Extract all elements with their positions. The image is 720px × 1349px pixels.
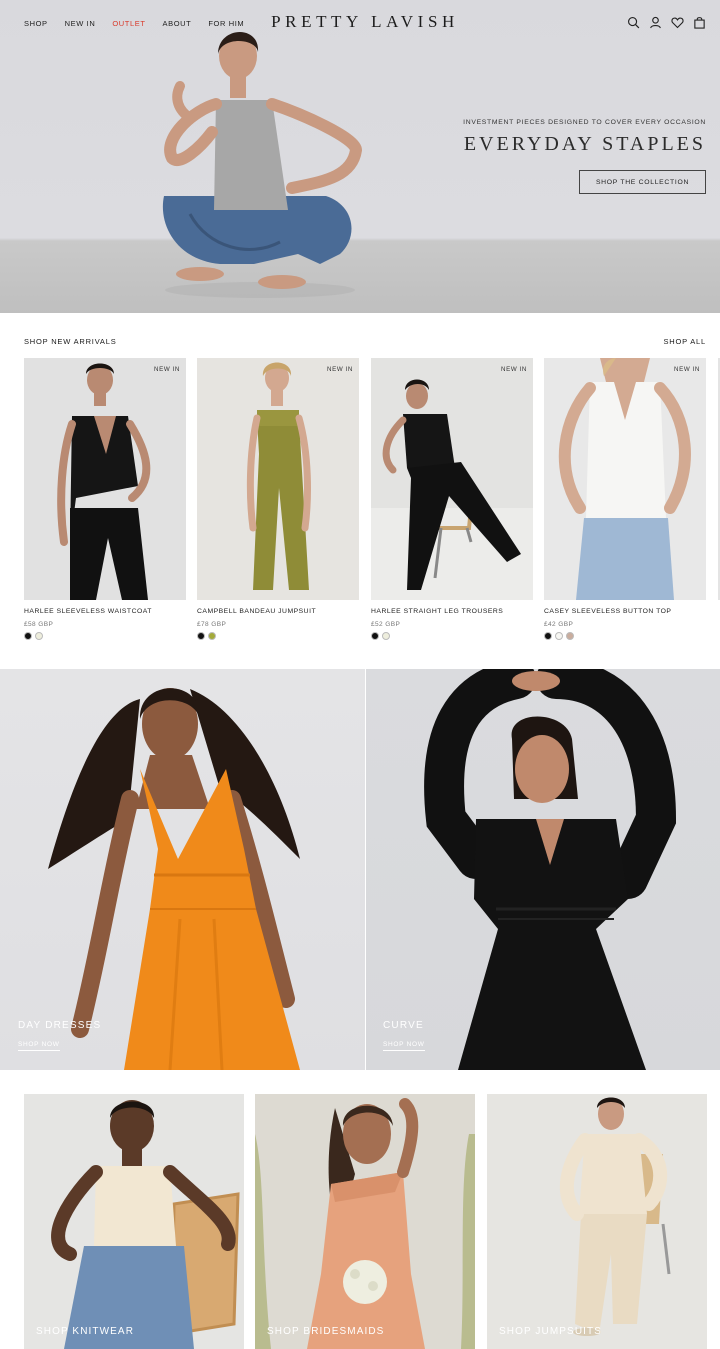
product-name[interactable]: HARLEE SLEEVELESS WAISTCOAT: [24, 608, 186, 615]
new-in-badge: NEW IN: [327, 366, 353, 373]
model-figure: [246, 362, 311, 590]
product-price: £78 GBP: [197, 621, 227, 628]
product-carousel: NEW IN HARLEE SLEEVELESS WAISTCOAT £58 G…: [24, 358, 720, 648]
wishlist-icon[interactable]: [671, 16, 684, 29]
product-card[interactable]: NEW IN HARLEE SLEEVELESS WAISTCOAT £58 G…: [24, 358, 186, 640]
new-in-badge: NEW IN: [501, 366, 527, 373]
color-swatches: [24, 632, 186, 640]
product-card[interactable]: NEW IN HARLEE STRAIGHT LEG TROUSERS £52 …: [371, 358, 533, 640]
tile-bridesmaids[interactable]: SHOP BRIDESMAIDS: [255, 1094, 475, 1349]
product-name[interactable]: CAMPBELL BANDEAU JUMPSUIT: [197, 608, 359, 615]
model-figure: [57, 363, 151, 600]
tile-knitwear-label: SHOP KNITWEAR: [36, 1326, 135, 1337]
swatch-mocha[interactable]: [566, 632, 574, 640]
day-dresses-banner[interactable]: DAY DRESSES SHOP NOW: [0, 669, 365, 1070]
tile-knitwear[interactable]: SHOP KNITWEAR: [24, 1094, 244, 1349]
swatch-cream[interactable]: [35, 632, 43, 640]
curve-banner[interactable]: CURVE SHOP NOW: [366, 669, 720, 1070]
color-swatches: [544, 632, 706, 640]
bag-icon[interactable]: [693, 16, 706, 29]
account-icon[interactable]: [649, 16, 662, 29]
header-icons: [627, 16, 706, 29]
product-image[interactable]: NEW IN: [371, 358, 533, 600]
day-dresses-shop-now[interactable]: SHOP NOW: [18, 1041, 60, 1051]
swatch-olive[interactable]: [208, 632, 216, 640]
product-price: £52 GBP: [371, 621, 401, 628]
model-orange-dress: [48, 688, 300, 1070]
product-price: £42 GBP: [544, 621, 574, 628]
product-name[interactable]: HARLEE STRAIGHT LEG TROUSERS: [371, 608, 533, 615]
hero-kicker: INVESTMENT PIECES DESIGNED TO COVER EVER…: [463, 119, 706, 126]
tile-jumpsuits[interactable]: SHOP JUMPSUITS: [487, 1094, 707, 1349]
swatch-black[interactable]: [371, 632, 379, 640]
product-image[interactable]: NEW IN: [24, 358, 186, 600]
swatch-cream[interactable]: [382, 632, 390, 640]
day-dresses-title: DAY DRESSES: [18, 1020, 102, 1031]
product-image[interactable]: NEW IN: [544, 358, 706, 600]
product-card[interactable]: NEW IN CASEY SLEEVELESS BUTTON TOP £42 G…: [544, 358, 706, 640]
new-in-badge: NEW IN: [154, 366, 180, 373]
product-price: £58 GBP: [24, 621, 54, 628]
product-card[interactable]: NEW IN CAMPBELL BANDEAU JUMPSUIT £78 GBP: [197, 358, 359, 640]
hero-text-block: INVESTMENT PIECES DESIGNED TO COVER EVER…: [446, 119, 706, 156]
color-swatches: [197, 632, 359, 640]
swatch-white[interactable]: [555, 632, 563, 640]
new-arrivals-heading: SHOP NEW ARRIVALS: [24, 337, 117, 346]
swatch-black[interactable]: [544, 632, 552, 640]
shop-collection-button[interactable]: SHOP THE COLLECTION: [579, 170, 706, 194]
hero-model-image: [162, 31, 363, 298]
swatch-black[interactable]: [24, 632, 32, 640]
curve-shop-now[interactable]: SHOP NOW: [383, 1041, 425, 1051]
product-name[interactable]: CASEY SLEEVELESS BUTTON TOP: [544, 608, 706, 615]
tile-jumpsuits-label: SHOP JUMPSUITS: [499, 1326, 603, 1337]
hero-title: EVERYDAY STAPLES: [463, 133, 706, 155]
model-figure: [371, 379, 533, 600]
search-icon[interactable]: [627, 16, 640, 29]
swatch-black[interactable]: [197, 632, 205, 640]
shop-all-link[interactable]: SHOP ALL: [663, 337, 706, 346]
hero-banner[interactable]: SHOP NEW IN OUTLET ABOUT FOR HIM PRETTY …: [0, 0, 720, 313]
model-black-dress: [424, 669, 677, 1070]
model-bridesmaids: [255, 1098, 475, 1349]
new-in-badge: NEW IN: [674, 366, 700, 373]
tile-bridesmaids-label: SHOP BRIDESMAIDS: [267, 1326, 385, 1337]
model-jumpsuits: [559, 1097, 671, 1336]
model-knitwear: [51, 1100, 240, 1349]
color-swatches: [371, 632, 533, 640]
curve-title: CURVE: [383, 1020, 424, 1031]
model-figure: [558, 358, 691, 600]
product-image[interactable]: NEW IN: [197, 358, 359, 600]
